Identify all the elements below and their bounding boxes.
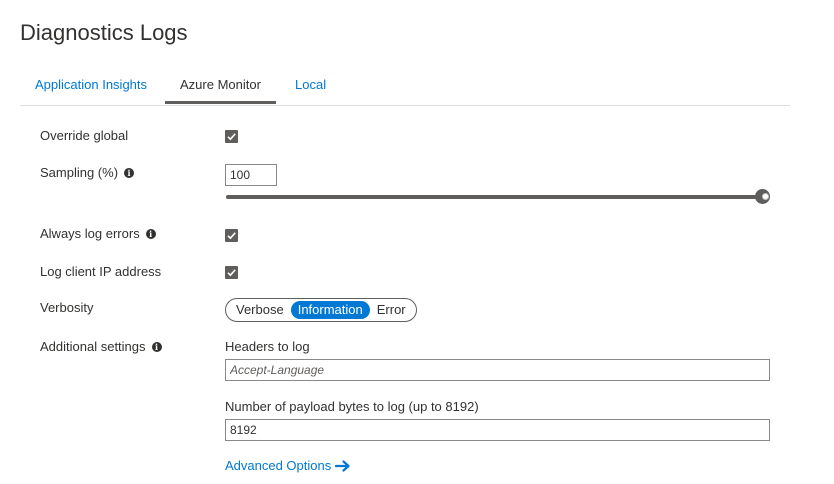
arrow-right-icon	[335, 459, 350, 472]
advanced-options-text: Advanced Options	[225, 458, 332, 473]
tab-azure-monitor[interactable]: Azure Monitor	[165, 66, 276, 104]
sampling-slider-end	[762, 193, 769, 200]
additional-settings-label: Additional settings i	[40, 339, 162, 354]
override-global-label: Override global	[40, 128, 128, 143]
always-log-errors-text: Always log errors	[40, 226, 140, 241]
headers-to-log-input[interactable]	[225, 359, 770, 381]
log-client-ip-checkbox[interactable]	[225, 266, 238, 279]
headers-to-log-label: Headers to log	[225, 339, 310, 354]
page-title: Diagnostics Logs	[20, 20, 188, 45]
sampling-input[interactable]	[225, 164, 277, 186]
payload-bytes-input[interactable]	[225, 419, 770, 441]
sampling-text: Sampling (%)	[40, 165, 119, 180]
tab-application-insights[interactable]: Application Insights	[35, 66, 147, 103]
sampling-slider-track[interactable]	[226, 195, 762, 199]
info-icon[interactable]: i	[124, 167, 135, 178]
log-client-ip-label: Log client IP address	[40, 264, 161, 279]
verbosity-label: Verbosity	[40, 300, 93, 315]
tab-bar: Application Insights Azure Monitor Local	[20, 66, 790, 106]
always-log-errors-label: Always log errors i	[40, 226, 156, 241]
verbosity-option-error[interactable]: Error	[370, 301, 413, 319]
sampling-label: Sampling (%) i	[40, 165, 135, 180]
verbosity-option-information[interactable]: Information	[290, 301, 370, 319]
override-global-checkbox[interactable]	[225, 130, 238, 143]
checkmark-icon	[227, 232, 236, 240]
log-client-ip-text: Log client IP address	[40, 264, 162, 279]
checkmark-icon	[227, 269, 236, 277]
checkmark-icon	[227, 133, 236, 141]
info-icon[interactable]: i	[151, 341, 162, 352]
verbosity-text: Verbosity	[40, 300, 94, 315]
payload-bytes-label: Number of payload bytes to log (up to 81…	[225, 399, 479, 414]
info-icon[interactable]: i	[145, 228, 156, 239]
verbosity-selector: Verbose Information Error	[225, 298, 417, 322]
always-log-errors-checkbox[interactable]	[225, 229, 238, 242]
verbosity-option-verbose[interactable]: Verbose	[229, 301, 291, 319]
override-global-text: Override global	[40, 128, 129, 143]
advanced-options-link[interactable]: Advanced Options	[225, 458, 351, 473]
tab-local[interactable]: Local	[295, 66, 326, 103]
additional-settings-text: Additional settings	[40, 339, 146, 354]
